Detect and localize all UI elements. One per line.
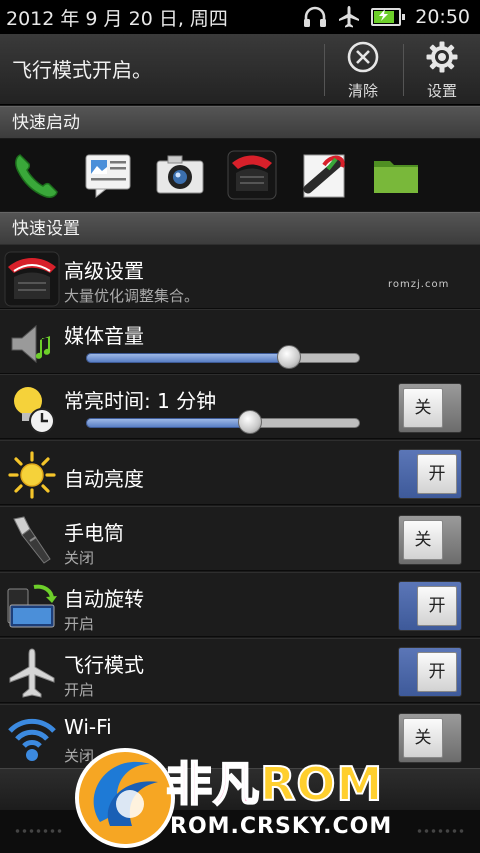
phone-icon[interactable] [10, 149, 62, 201]
clear-label: 清除 [347, 82, 378, 100]
toggle-label: 关 [403, 388, 443, 428]
messages-icon[interactable] [82, 149, 134, 201]
clear-icon [347, 41, 379, 73]
setting-subtitle: 开启 [64, 615, 95, 633]
setting-subtitle: 大量优化调整集合。 [64, 287, 200, 305]
slider-thumb[interactable] [238, 410, 263, 434]
quick-launch-header: 快速启动 [0, 106, 480, 138]
setting-subtitle: 开启 [64, 681, 95, 699]
setting-note: romzj.com [388, 279, 450, 290]
setting-title: 手电筒 [64, 521, 124, 545]
setting-subtitle: 关闭 [64, 549, 95, 567]
status-clock: 20:50 [415, 6, 470, 28]
toggle-label: 开 [417, 652, 457, 692]
setting-title: 媒体音量 [64, 324, 144, 348]
setting-title: Wi-Fi [64, 715, 112, 739]
clear-button[interactable]: 清除 [328, 40, 398, 100]
watermark-url: ROM.CRSKY.COM [170, 814, 393, 839]
notification-header: 飞行模式开启。 清除 设置 [0, 34, 480, 105]
watermark-logo: 非凡ROM ROM.CRSKY.COM [70, 742, 410, 850]
settings-button[interactable]: 设置 [407, 40, 477, 100]
status-bar: 2012 年 9 月 20 日, 周四 20:50 [0, 0, 480, 34]
setting-media-volume: 媒体音量 [0, 309, 480, 374]
setting-title: 自动亮度 [64, 467, 144, 491]
quick-settings-header: 快速设置 [0, 212, 480, 244]
setting-flashlight: 手电筒 关闭 关 [0, 506, 480, 571]
battery-charging-icon [371, 8, 406, 26]
watermark-brand: 非凡ROM [165, 748, 384, 814]
setting-airplane-mode: 飞行模式 开启 开 [0, 638, 480, 703]
voice-recorder-icon[interactable] [298, 149, 350, 201]
auto-brightness-toggle[interactable]: 开 [398, 449, 462, 499]
toggle-label: 关 [403, 520, 443, 560]
media-volume-slider[interactable] [86, 345, 360, 369]
watermark-brand-cn: 非凡 [165, 756, 260, 812]
settings-label: 设置 [426, 82, 457, 100]
screen-timeout-toggle[interactable]: 关 [398, 383, 462, 433]
setting-title: 常亮时间: 1 分钟 [64, 389, 217, 413]
gear-icon [426, 41, 458, 73]
flashlight-icon [13, 516, 51, 564]
toggle-label: 开 [417, 586, 457, 626]
wifi-icon [8, 718, 56, 761]
setting-screen-timeout: 常亮时间: 1 分钟 关 [0, 374, 480, 439]
notification-message: 飞行模式开启。 [12, 58, 152, 82]
setting-title: 自动旋转 [64, 587, 144, 611]
slider-thumb[interactable] [276, 345, 301, 369]
setting-advanced[interactable]: 高级设置 大量优化调整集合。 romzj.com [0, 244, 480, 309]
grip-dots-right [416, 828, 466, 834]
status-date: 2012 年 9 月 20 日, 周四 [6, 7, 228, 30]
setting-auto-rotate: 自动旋转 开启 开 [0, 572, 480, 637]
flashlight-toggle[interactable]: 关 [398, 515, 462, 565]
setting-title: 高级设置 [64, 259, 144, 283]
auto-rotate-toggle[interactable]: 开 [398, 581, 462, 631]
auto-brightness-icon [8, 451, 56, 499]
media-volume-icon [11, 324, 50, 364]
airplane-icon [9, 648, 55, 698]
htc-app-icon[interactable] [226, 149, 278, 201]
screen-timeout-icon [14, 387, 55, 434]
auto-rotate-icon [7, 584, 57, 628]
toggle-label: 开 [417, 454, 457, 494]
grip-dots-left [14, 828, 64, 834]
watermark-swirl-icon [75, 748, 175, 848]
folder-icon[interactable] [370, 149, 422, 201]
watermark-brand-rom: ROM [259, 756, 384, 812]
airplane-mode-icon [339, 6, 360, 28]
camera-icon[interactable] [154, 149, 206, 201]
screen-timeout-slider[interactable] [86, 410, 360, 434]
quick-launch-row [0, 139, 480, 211]
status-icons: 20:50 [303, 5, 470, 29]
airplane-mode-toggle[interactable]: 开 [398, 647, 462, 697]
advanced-settings-icon [4, 251, 60, 307]
headphones-icon [304, 6, 327, 27]
setting-auto-brightness: 自动亮度 开 [0, 440, 480, 505]
setting-title: 飞行模式 [64, 653, 144, 677]
